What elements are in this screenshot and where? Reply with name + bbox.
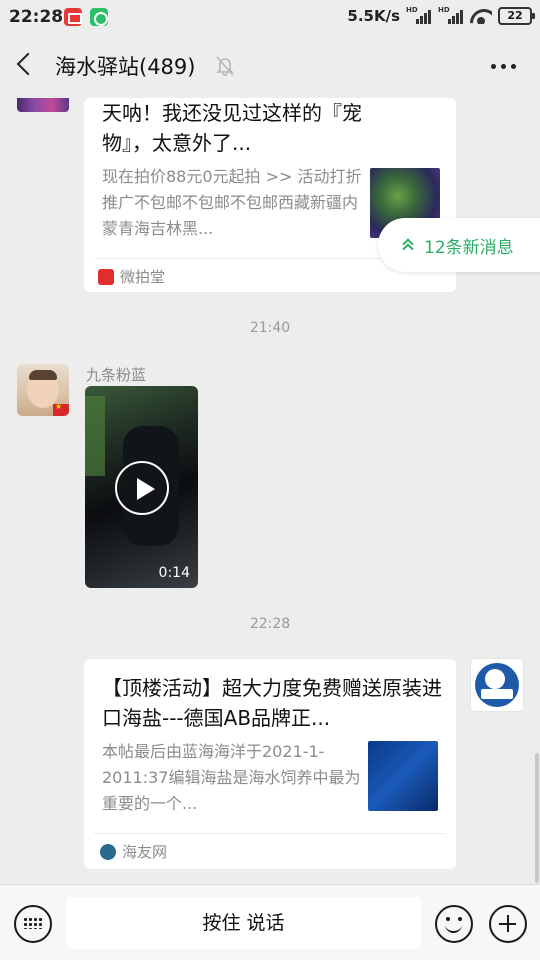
more-options-icon[interactable] [491,64,516,69]
emoji-icon[interactable] [435,905,473,943]
link-card-title: 天呐！我还没见过这样的『宠物』，太意外了... [102,101,362,155]
sender-avatar[interactable] [17,364,69,416]
link-card-source: 微拍堂 [98,266,165,287]
source-name: 微拍堂 [120,268,166,286]
video-duration: 0:14 [158,565,190,581]
link-card-title: 【顶楼活动】超大力度免费赠送原装进口海盐---德国AB品牌正... [102,676,442,730]
hold-to-talk-button[interactable]: 按住 说话 [66,897,421,949]
new-messages-label: 12条新消息 [424,237,514,258]
sender-name: 九条粉蓝 [86,366,147,384]
link-card-description: 现在拍价88元0元起拍 >> 活动打折推广不包邮不包邮不包邮西藏新疆内蒙青海吉林… [102,167,362,238]
scrollbar[interactable] [535,753,539,883]
link-card-source: 海友网 [100,841,167,862]
cell-signal-icon: HD [438,6,464,24]
chat-messages[interactable]: 天呐！我还没见过这样的『宠物』，太意外了... 现在拍价88元0元起拍 >> 活… [0,98,540,884]
double-chevron-up-icon [402,238,414,252]
source-logo-icon [98,268,114,285]
flag-icon [53,402,69,416]
mute-bell-icon [216,56,234,76]
back-arrow-icon[interactable] [16,52,40,76]
cell-signal-icon: HD [406,6,432,24]
wifi-icon [470,8,492,24]
notification-app-icon [64,8,82,26]
keyboard-icon[interactable] [14,905,52,943]
plus-icon[interactable] [489,905,527,943]
divider [94,833,446,834]
source-name: 海友网 [122,843,168,861]
link-card-description: 本帖最后由蓝海海洋于2021-1-2011:37编辑海盐是海水饲养中最为重要的一… [102,742,361,813]
play-icon[interactable] [115,461,169,515]
source-logo-icon [100,843,116,860]
video-message[interactable]: 0:14 [85,386,198,588]
message-timestamp: 21:40 [249,320,291,336]
avatar[interactable] [17,98,69,112]
status-time: 22:28 [9,7,64,27]
chat-header: 海水驿站(489) [0,36,540,98]
battery-icon: 22 [498,7,535,25]
notification-app-icon [90,8,108,26]
chat-title: 海水驿站(489) [55,55,196,79]
my-avatar[interactable] [470,658,524,712]
message-timestamp: 22:28 [249,616,291,632]
link-card[interactable]: 【顶楼活动】超大力度免费赠送原装进口海盐---德国AB品牌正... 本帖最后由蓝… [84,659,456,869]
status-bar: 22:28 5.5K/s HD HD 22 [0,0,540,36]
input-bar: 按住 说话 [0,884,540,960]
network-speed: 5.5K/s [347,7,400,25]
link-card-thumbnail [368,741,438,811]
new-messages-button[interactable]: 12条新消息 [378,218,540,272]
